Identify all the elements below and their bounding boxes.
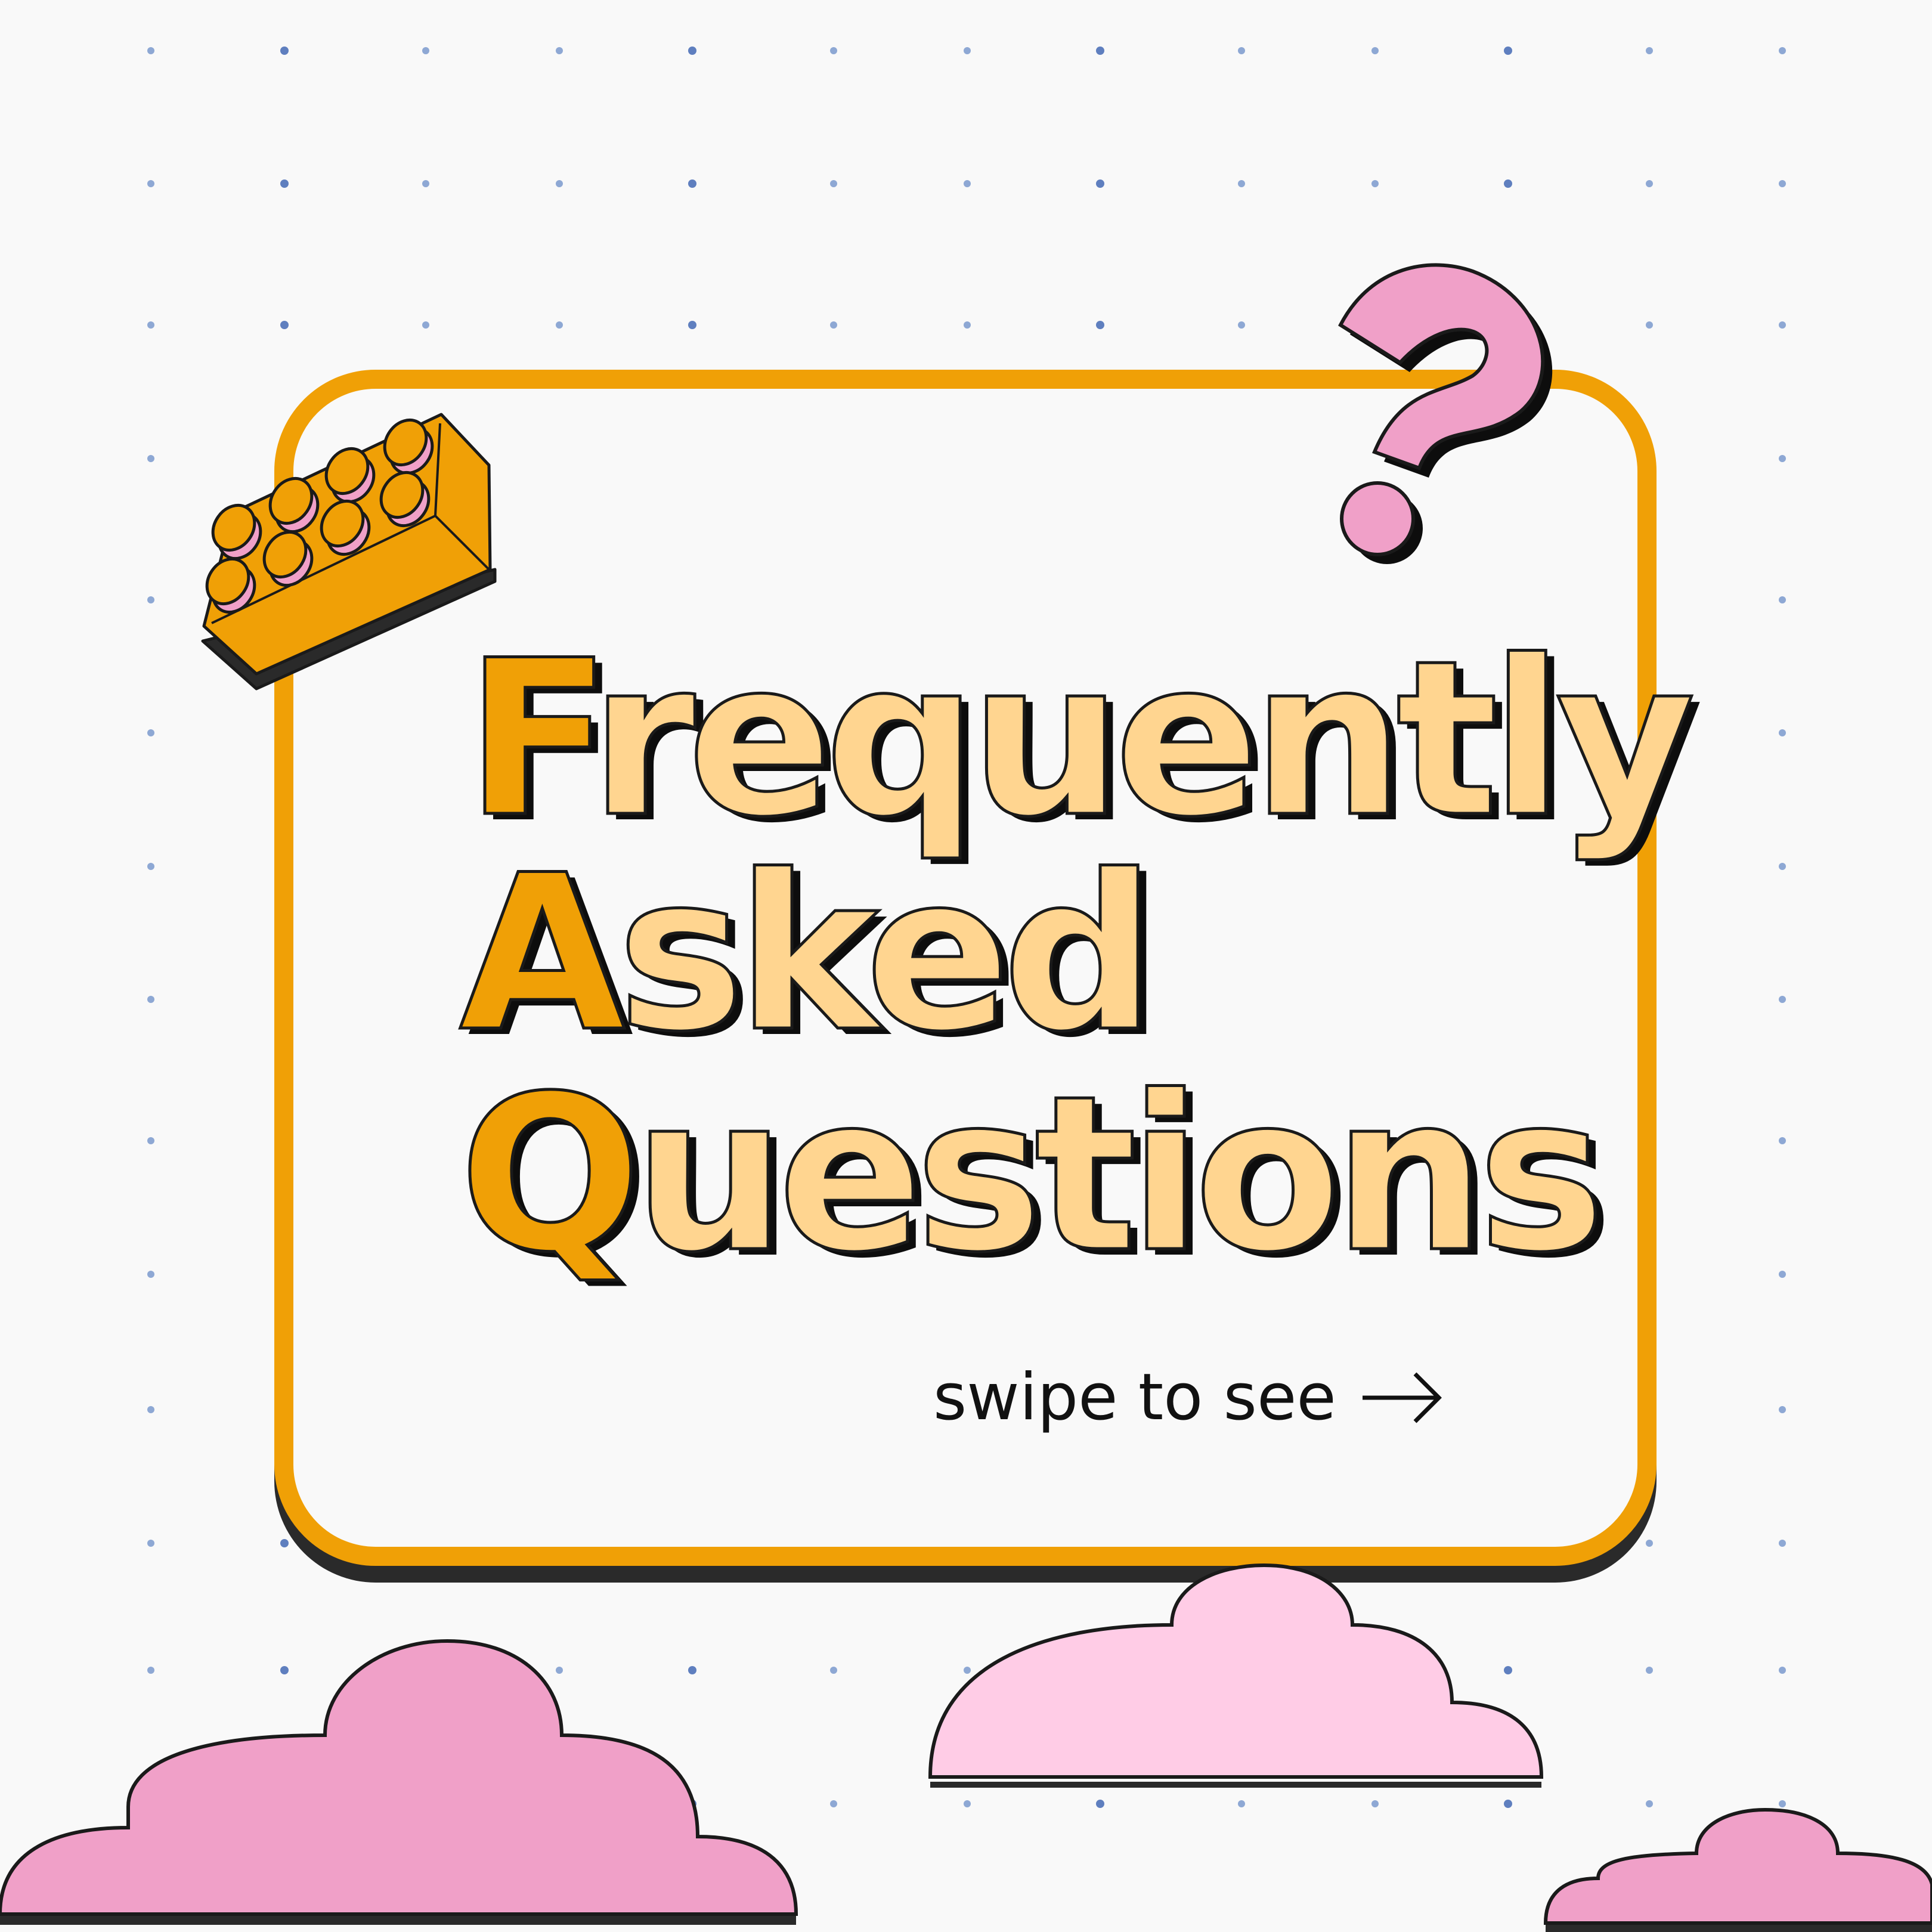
cloud-icon [0, 1639, 798, 1925]
slide-canvas: Frequently Asked Questions swipe to see [0, 0, 1932, 1932]
cloud-icon [1543, 1807, 1932, 1932]
clouds-decoration [0, 1563, 1932, 1932]
cloud-icon [928, 1563, 1544, 1788]
